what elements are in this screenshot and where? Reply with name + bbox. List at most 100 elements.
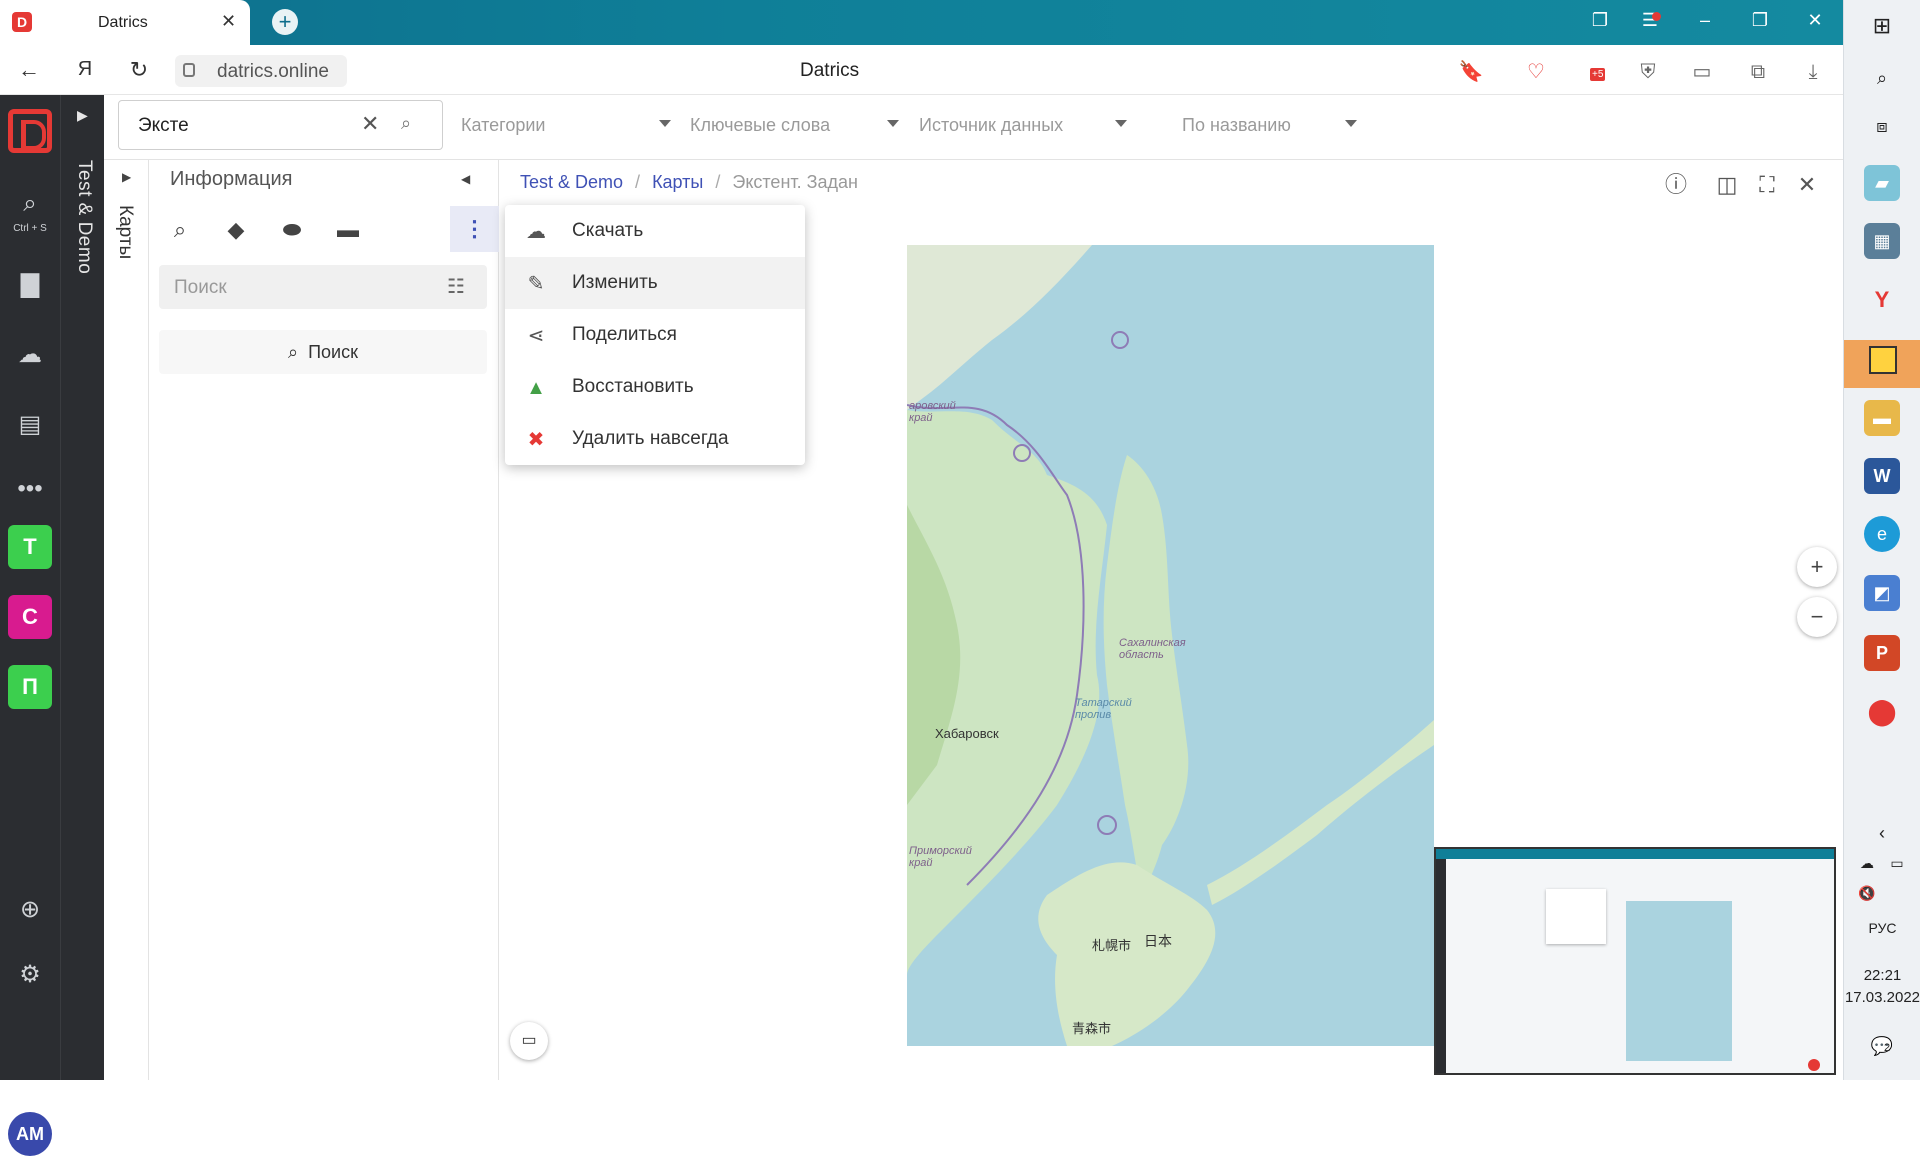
search-input[interactable]: Эксте ✕ ⌕: [118, 100, 443, 150]
settings-icon[interactable]: ⚙: [0, 960, 60, 989]
breadcrumb-section[interactable]: Карты: [652, 172, 703, 192]
ruler-icon[interactable]: ▭: [510, 1022, 548, 1060]
more-vertical-icon[interactable]: ⋮: [450, 206, 499, 252]
chat-icon[interactable]: ▇: [0, 270, 60, 299]
workspace-t[interactable]: T: [8, 525, 52, 569]
layers-icon[interactable]: ◆: [221, 215, 251, 245]
fullscreen-icon[interactable]: ⛶: [1752, 170, 1782, 200]
chevron-down-icon[interactable]: [659, 120, 671, 127]
url-field[interactable]: datrics.online: [175, 55, 347, 87]
map-label-sakhalin: Сахалинская область: [1119, 637, 1186, 661]
map-label-tatar-strait: Татарский пролив: [1075, 697, 1132, 721]
minimize-icon[interactable]: –: [1690, 10, 1720, 31]
task-view-icon[interactable]: ⧈: [1864, 108, 1900, 144]
split-view-icon[interactable]: ◫: [1712, 170, 1742, 200]
search-icon[interactable]: ⌕: [165, 215, 195, 245]
word-icon[interactable]: W: [1864, 458, 1900, 494]
chevron-down-icon[interactable]: [887, 120, 899, 127]
expand-section-icon[interactable]: ▶: [122, 170, 131, 184]
eraser-app-icon[interactable]: ▰: [1864, 165, 1900, 201]
sort-dropdown[interactable]: По названию: [1182, 115, 1291, 136]
panel-search-input[interactable]: Поиск ☷: [159, 265, 487, 309]
chevron-down-icon[interactable]: [1345, 120, 1357, 127]
categories-dropdown[interactable]: Категории: [461, 115, 545, 136]
battery-icon[interactable]: ▭: [1688, 58, 1716, 86]
map-view[interactable]: аровский край Сахалинская область Татарс…: [907, 245, 1434, 1046]
filter-settings-icon[interactable]: ☷: [447, 274, 465, 299]
comment-icon[interactable]: ▬: [333, 215, 363, 245]
location-pin-icon[interactable]: ⬬: [277, 215, 307, 245]
pocket-icon[interactable]: ♡: [1522, 58, 1550, 86]
search-icon[interactable]: ⌕: [0, 190, 60, 218]
page-title: Datrics: [800, 60, 860, 81]
clock[interactable]: 22:21 17.03.2022: [1844, 965, 1920, 1009]
workspace-c[interactable]: C: [8, 595, 52, 639]
maps-pin-icon[interactable]: ⬤: [1864, 693, 1900, 729]
info-panel-title: Информация: [170, 168, 293, 190]
notifications-icon[interactable]: 💬 2: [1864, 1028, 1900, 1064]
notifications-count: 2: [1884, 1042, 1891, 1054]
close-icon[interactable]: ✕: [1792, 170, 1822, 200]
reload-icon[interactable]: ↻: [124, 57, 154, 83]
yandex-icon[interactable]: Я: [70, 58, 100, 81]
tab-close-icon[interactable]: ✕: [221, 11, 236, 32]
cloud-icon[interactable]: ☁: [0, 340, 60, 369]
workspace-p[interactable]: П: [8, 665, 52, 709]
browser-tab[interactable]: D Datrics ✕: [0, 0, 250, 45]
menu-item-edit[interactable]: ✎ Изменить: [505, 257, 805, 309]
new-tab-button[interactable]: +: [272, 9, 298, 35]
powerpoint-icon[interactable]: P: [1864, 635, 1900, 671]
breadcrumb-root[interactable]: Test & Demo: [520, 172, 623, 192]
calculator-icon[interactable]: ▦: [1864, 223, 1900, 259]
back-icon[interactable]: ←: [14, 57, 44, 83]
workspace-rail: ▶ Test & Demo: [60, 95, 104, 1080]
search-icon[interactable]: ⌕: [1864, 60, 1900, 96]
menu-item-delete-forever[interactable]: ✖ Удалить навсегда: [505, 413, 805, 465]
source-dropdown[interactable]: Источник данных: [919, 115, 1063, 136]
clipboard-icon[interactable]: ▤: [0, 410, 60, 439]
download-icon[interactable]: ⤓: [1799, 58, 1827, 86]
browser-tab-bar: D Datrics ✕ + ❐ ☰ – ❐ ✕: [0, 0, 1843, 45]
extension-icon[interactable]: +5: [1586, 58, 1614, 86]
workspace-label[interactable]: Test & Demo: [73, 160, 95, 274]
avatar[interactable]: AM: [8, 1112, 52, 1156]
panel-search-button[interactable]: ⌕ Поиск: [159, 330, 487, 374]
menu-icon[interactable]: ☰: [1635, 10, 1665, 31]
menu-item-label: Изменить: [572, 272, 658, 293]
expand-workspace-icon[interactable]: ▶: [77, 107, 88, 124]
sticky-notes-icon[interactable]: [1844, 340, 1920, 388]
collections-icon[interactable]: ❐: [1585, 10, 1615, 31]
keywords-dropdown[interactable]: Ключевые слова: [690, 115, 830, 136]
edge-icon[interactable]: e: [1864, 516, 1900, 552]
file-explorer-icon[interactable]: ▬: [1864, 400, 1900, 436]
info-icon[interactable]: ⓘ: [1661, 170, 1691, 200]
more-icon[interactable]: •••: [0, 475, 60, 503]
zoom-in-button[interactable]: +: [1797, 547, 1837, 587]
menu-item-restore[interactable]: ▲ Восстановить: [505, 361, 805, 413]
clear-search-icon[interactable]: ✕: [361, 111, 379, 137]
panel-search-placeholder: Поиск: [174, 277, 227, 298]
restore-icon[interactable]: ❐: [1745, 10, 1775, 31]
datrics-logo[interactable]: [8, 109, 52, 153]
menu-item-share[interactable]: ⋖ Поделиться: [505, 309, 805, 361]
section-label[interactable]: Карты: [114, 205, 136, 259]
translate-icon[interactable]: ⧉: [1744, 58, 1772, 86]
search-icon: ⌕: [288, 342, 299, 362]
menu-item-download[interactable]: ☁ Скачать: [505, 205, 805, 257]
battery-tray-icon[interactable]: ▭: [1887, 845, 1907, 881]
search-icon[interactable]: ⌕: [401, 113, 411, 134]
collapse-panel-icon[interactable]: ◀: [461, 172, 470, 186]
muted-speaker-icon[interactable]: 🔇: [1857, 875, 1877, 911]
close-window-icon[interactable]: ✕: [1800, 10, 1830, 31]
menu-item-label: Поделиться: [572, 324, 677, 345]
globe-icon[interactable]: ⊕: [0, 895, 60, 924]
input-language[interactable]: РУС: [1844, 920, 1920, 936]
zoom-out-button[interactable]: −: [1797, 597, 1837, 637]
yandex-browser-icon[interactable]: Y: [1864, 282, 1900, 318]
map-label-khabarovsk: Хабаровск: [935, 726, 999, 741]
windows-start-icon[interactable]: ⊞: [1864, 8, 1900, 44]
chevron-down-icon[interactable]: [1115, 120, 1127, 127]
remote-desktop-icon[interactable]: ◩: [1864, 575, 1900, 611]
bookmark-icon[interactable]: 🔖: [1457, 58, 1485, 86]
shield-icon[interactable]: ⛨: [1634, 58, 1662, 86]
